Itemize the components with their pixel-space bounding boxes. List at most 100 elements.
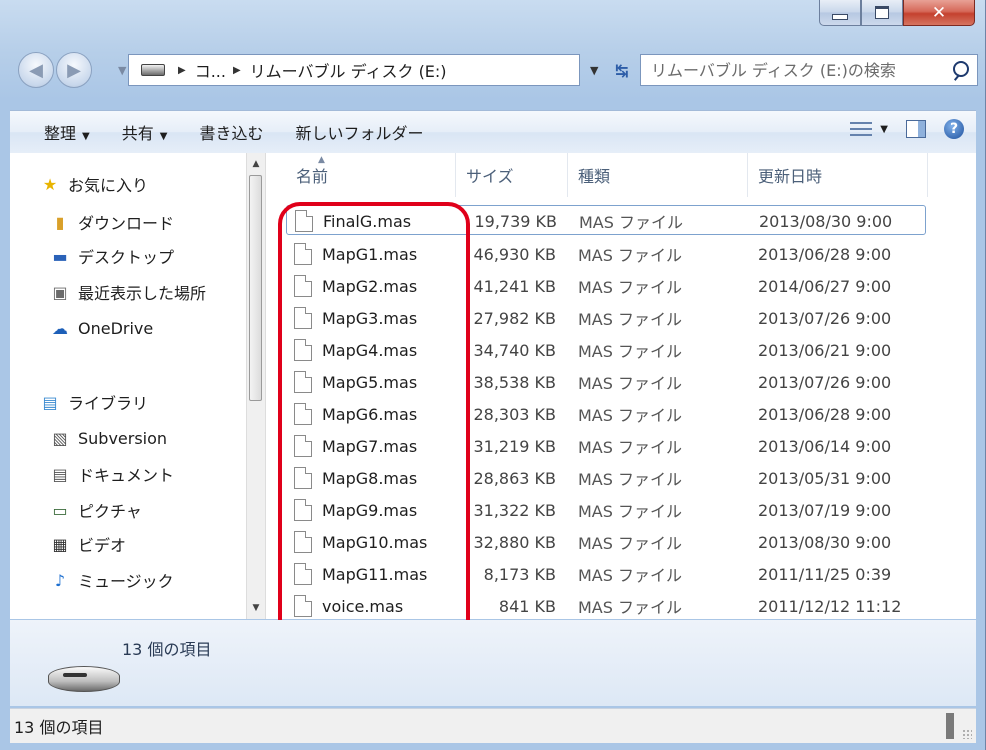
file-size: 8,173 KB: [483, 564, 556, 584]
file-row[interactable]: MapG9.mas 31,322 KB MAS ファイル 2013/07/19 …: [286, 495, 926, 525]
nav-buttons: ◀ ▶ ▼: [18, 52, 126, 88]
file-name: MapG2.mas: [322, 276, 418, 296]
search-icon[interactable]: [953, 61, 969, 77]
share-menu[interactable]: 共有 ▼: [106, 120, 184, 144]
nav-downloads[interactable]: ▮ ダウンロード: [50, 207, 174, 237]
column-header-name[interactable]: 名前: [286, 153, 456, 197]
file-date: 2013/07/26 9:00: [758, 308, 892, 328]
file-size: 38,538 KB: [473, 372, 556, 392]
address-bar[interactable]: ▶ コ... ▶ リムーバブル ディスク (E:): [128, 54, 580, 86]
file-date: 2013/07/26 9:00: [758, 372, 892, 392]
scroll-up-icon[interactable]: ▲: [247, 155, 265, 173]
refresh-button[interactable]: ↹: [608, 54, 636, 86]
help-icon[interactable]: ?: [944, 119, 964, 139]
change-view-button[interactable]: ▼: [850, 122, 888, 136]
file-size: 28,863 KB: [473, 468, 556, 488]
address-row: ◀ ▶ ▼ ▶ コ... ▶ リムーバブル ディスク (E:) ▼ ↹: [0, 44, 986, 108]
nav-scrollbar[interactable]: ▲ ▼: [246, 153, 266, 619]
file-size: 841 KB: [498, 596, 556, 616]
nav-desktop[interactable]: ▬ デスクトップ: [50, 241, 174, 271]
column-header-size[interactable]: サイズ: [456, 153, 568, 197]
resize-grip-icon[interactable]: [962, 729, 972, 739]
new-folder-button[interactable]: 新しいフォルダー: [279, 120, 439, 144]
details-view-icon: [850, 122, 873, 136]
close-button[interactable]: ✕: [903, 0, 975, 26]
nav-libraries[interactable]: ▤ ライブラリ: [40, 387, 148, 417]
minimize-button[interactable]: [819, 0, 861, 26]
file-row[interactable]: MapG2.mas 41,241 KB MAS ファイル 2014/06/27 …: [286, 271, 926, 301]
chevron-down-icon: ▼: [880, 123, 888, 135]
desktop-icon: ▬: [52, 246, 68, 266]
nav-pictures[interactable]: ▭ ピクチャ: [50, 495, 141, 525]
preview-pane-icon[interactable]: [906, 120, 926, 138]
details-item-count: 13 個の項目: [122, 640, 212, 659]
scroll-thumb[interactable]: [249, 175, 262, 401]
file-row[interactable]: MapG4.mas 34,740 KB MAS ファイル 2013/06/21 …: [286, 335, 926, 365]
file-date: 2013/08/30 9:00: [759, 211, 893, 231]
breadcrumb-separator-icon[interactable]: ▶: [233, 65, 241, 76]
file-name: voice.mas: [322, 596, 404, 616]
breadcrumb-removable-disk[interactable]: リムーバブル ディスク (E:): [250, 58, 447, 82]
file-date: 2013/05/31 9:00: [758, 468, 892, 488]
forward-button[interactable]: ▶: [56, 52, 92, 88]
file-type: MAS ファイル: [578, 374, 682, 393]
file-row[interactable]: voice.mas 841 KB MAS ファイル 2011/12/12 11:…: [286, 591, 926, 621]
column-header-modified[interactable]: 更新日時: [748, 153, 928, 197]
file-row[interactable]: MapG8.mas 28,863 KB MAS ファイル 2013/05/31 …: [286, 463, 926, 493]
libraries-icon: ▤: [42, 392, 58, 412]
organize-menu[interactable]: 整理 ▼: [10, 120, 106, 144]
file-row[interactable]: MapG1.mas 46,930 KB MAS ファイル 2013/06/28 …: [286, 239, 926, 269]
search-input[interactable]: [641, 59, 943, 81]
file-row[interactable]: FinalG.mas 19,739 KB MAS ファイル 2013/08/30…: [286, 205, 926, 235]
file-row[interactable]: MapG10.mas 32,880 KB MAS ファイル 2013/08/30…: [286, 527, 926, 557]
nav-videos[interactable]: ▦ ビデオ: [50, 529, 126, 559]
burn-button[interactable]: 書き込む: [183, 120, 279, 144]
file-row[interactable]: MapG3.mas 27,982 KB MAS ファイル 2013/07/26 …: [286, 303, 926, 333]
file-type: MAS ファイル: [578, 438, 682, 457]
nav-documents[interactable]: ▤ ドキュメント: [50, 459, 174, 489]
file-size: 34,740 KB: [473, 340, 556, 360]
file-list: ▲ 名前 サイズ 種類 更新日時 FinalG.mas 19,739 KB MA…: [266, 153, 976, 619]
column-header-type[interactable]: 種類: [568, 153, 748, 197]
scroll-down-icon[interactable]: ▼: [247, 599, 265, 617]
file-type: MAS ファイル: [578, 342, 682, 361]
file-name-cell: MapG4.mas: [294, 335, 417, 365]
command-bar: 整理 ▼ 共有 ▼ 書き込む 新しいフォルダー ▼ ?: [10, 110, 976, 153]
nav-label: デスクトップ: [78, 248, 175, 267]
nav-subversion[interactable]: ▧ Subversion: [50, 423, 167, 453]
breadcrumb-computer[interactable]: コ...: [195, 58, 226, 82]
file-row[interactable]: MapG5.mas 38,538 KB MAS ファイル 2013/07/26 …: [286, 367, 926, 397]
nav-onedrive[interactable]: ☁ OneDrive: [50, 313, 153, 343]
nav-label: ライブラリ: [68, 394, 149, 413]
file-date: 2013/08/30 9:00: [758, 532, 892, 552]
explorer-window: ✕ ◀ ▶ ▼ ▶ コ... ▶ リムーバブル ディスク (E:) ▼ ↹ 整理…: [0, 0, 986, 750]
file-row[interactable]: MapG11.mas 8,173 KB MAS ファイル 2011/11/25 …: [286, 559, 926, 589]
recent-pages-dropdown[interactable]: ▼: [118, 64, 126, 77]
file-type: MAS ファイル: [578, 246, 682, 265]
file-name: MapG3.mas: [322, 308, 418, 328]
file-size: 19,739 KB: [474, 211, 557, 231]
nav-label: ビデオ: [78, 536, 127, 555]
nav-music[interactable]: ♪ ミュージック: [50, 565, 174, 595]
maximize-button[interactable]: [861, 0, 903, 26]
file-row[interactable]: MapG7.mas 31,219 KB MAS ファイル 2013/06/14 …: [286, 431, 926, 461]
title-buttons: ✕: [819, 0, 975, 34]
view-controls: ▼ ?: [850, 119, 964, 139]
nav-label: お気に入り: [68, 176, 149, 195]
nav-label: OneDrive: [78, 318, 154, 338]
status-bar: 13 個の項目: [10, 708, 976, 743]
minimize-icon: [832, 13, 848, 20]
breadcrumb-separator-icon[interactable]: ▶: [178, 65, 186, 76]
file-name-cell: voice.mas: [294, 591, 403, 621]
file-name-cell: MapG10.mas: [294, 527, 427, 557]
back-button[interactable]: ◀: [18, 52, 54, 88]
address-history-dropdown[interactable]: ▼: [590, 64, 598, 77]
nav-favorites[interactable]: ★ お気に入り: [40, 169, 148, 199]
file-date: 2013/06/14 9:00: [758, 436, 892, 456]
file-size: 41,241 KB: [473, 276, 556, 296]
search-box[interactable]: [640, 54, 978, 86]
nav-recent-places[interactable]: ▣ 最近表示した場所: [50, 277, 206, 307]
file-name-cell: MapG5.mas: [294, 367, 417, 397]
file-row[interactable]: MapG6.mas 28,303 KB MAS ファイル 2013/06/28 …: [286, 399, 926, 429]
file-icon: [294, 531, 312, 553]
